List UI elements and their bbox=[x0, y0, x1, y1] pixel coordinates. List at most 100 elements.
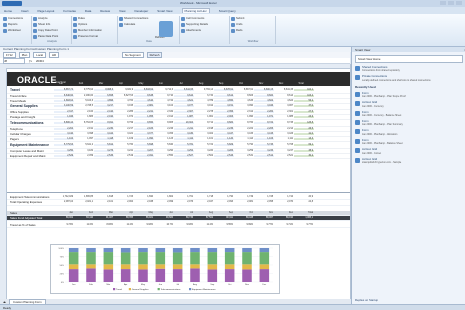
data-cell[interactable]: 8,760 bbox=[234, 122, 254, 124]
data-cell[interactable]: 3,220 bbox=[194, 150, 214, 152]
data-cell[interactable]: 90,684 bbox=[154, 217, 174, 219]
data-cell[interactable]: 5,641,2 bbox=[74, 144, 94, 146]
data-cell[interactable]: 87,502 bbox=[194, 217, 214, 219]
tab-smart-query[interactable]: Smart Query bbox=[219, 9, 236, 13]
data-cell[interactable]: 3,207 bbox=[134, 149, 154, 152]
data-cell[interactable]: 8,684 bbox=[214, 122, 234, 125]
refresh-big-button[interactable] bbox=[159, 21, 173, 37]
ribbon-submit[interactable]: Submit bbox=[231, 16, 275, 21]
smart-view-item[interactable]: Ad Hoc Grid Jan 2006 - Currency bbox=[355, 100, 463, 108]
data-cell[interactable]: 1,790 bbox=[214, 196, 234, 198]
data-cell[interactable]: 9,784,14 bbox=[194, 89, 214, 91]
data-cell[interactable]: 8,644,95 bbox=[174, 88, 194, 91]
tab-formulas[interactable]: Formulas bbox=[63, 9, 76, 13]
data-cell[interactable]: 9.63% bbox=[174, 224, 194, 226]
tab-data[interactable]: Data bbox=[85, 9, 91, 13]
data-cell[interactable]: 2,211 bbox=[174, 127, 194, 130]
data-cell[interactable]: 1,109 bbox=[114, 138, 134, 140]
ribbon-analyze[interactable]: Analyze bbox=[33, 16, 71, 21]
ribbon-connections[interactable]: Connections bbox=[3, 16, 31, 21]
data-cell[interactable]: 3,090 bbox=[234, 105, 254, 107]
data-cell[interactable]: 84,110 bbox=[74, 217, 94, 219]
data-cell[interactable]: 9,644 bbox=[174, 94, 194, 97]
data-cell[interactable]: 9.93% bbox=[134, 224, 154, 226]
data-cell[interactable]: 1,749 bbox=[234, 196, 254, 198]
data-cell[interactable]: 8,650 bbox=[134, 122, 154, 125]
data-cell[interactable]: 2,010 bbox=[94, 116, 114, 119]
data-cell[interactable]: 9.77% bbox=[294, 224, 314, 226]
data-cell[interactable]: 3,182 bbox=[74, 150, 94, 152]
data-cell[interactable]: 11.2% bbox=[194, 224, 214, 226]
tab-insert[interactable]: Insert bbox=[21, 9, 29, 13]
data-cell[interactable]: 1,104 bbox=[54, 138, 74, 141]
data-cell[interactable]: 1,723 bbox=[114, 196, 134, 198]
data-cell[interactable]: 2,301 bbox=[274, 111, 294, 113]
data-cell[interactable]: 2,230 bbox=[94, 127, 114, 130]
data-cell[interactable]: 37,0 bbox=[294, 105, 314, 108]
data-cell[interactable]: 9.55% bbox=[214, 224, 234, 226]
tab-review[interactable]: Review bbox=[100, 9, 110, 13]
data-cell[interactable]: 4,633 bbox=[234, 100, 254, 102]
data-cell[interactable]: 88,355 bbox=[114, 217, 134, 219]
data-cell[interactable]: 2,536 bbox=[94, 154, 114, 157]
data-cell[interactable]: 3,247 bbox=[274, 150, 294, 152]
data-cell[interactable]: 104,1 bbox=[294, 88, 314, 91]
data-cell[interactable]: 20,304 bbox=[174, 122, 194, 125]
data-cell[interactable]: 8,905 bbox=[154, 122, 174, 124]
data-cell[interactable]: 3,456 bbox=[154, 133, 174, 135]
spreadsheet-grid[interactable]: ORACLE YearTotal Jan Feb Mar Apr May Jun Jul Au… bbox=[0, 64, 351, 299]
tab-developer[interactable]: Developer bbox=[135, 9, 149, 13]
ribbon-sheet-info[interactable]: Sheet Info bbox=[33, 22, 71, 27]
data-cell[interactable]: 2,502 bbox=[194, 155, 214, 157]
data-cell[interactable]: 1,955 bbox=[134, 116, 154, 119]
data-cell[interactable]: 3,067 bbox=[274, 105, 294, 107]
ribbon-redo[interactable]: Redo bbox=[231, 28, 275, 33]
data-cell[interactable]: 6,658 bbox=[94, 94, 114, 97]
data-cell[interactable]: 1,818 bbox=[94, 196, 114, 198]
tab-view[interactable]: View bbox=[119, 9, 125, 13]
row-headers[interactable] bbox=[0, 68, 7, 299]
data-cell[interactable]: 3,104 bbox=[154, 105, 174, 107]
smart-view-footer[interactable]: Replies on Startup bbox=[355, 298, 378, 302]
data-cell[interactable]: 8,606 bbox=[234, 95, 254, 97]
data-cell[interactable]: 11.2% bbox=[114, 224, 134, 226]
data-cell[interactable]: 3,447 bbox=[214, 133, 234, 136]
data-cell[interactable]: 4,693,64 bbox=[54, 99, 74, 102]
data-cell[interactable]: 2,183 bbox=[134, 127, 154, 130]
data-cell[interactable]: 30,2 bbox=[294, 154, 314, 157]
data-cell[interactable]: 6,734 bbox=[194, 95, 214, 97]
data-cell[interactable]: 8,745 bbox=[274, 122, 294, 124]
data-cell[interactable]: 1,090 bbox=[134, 138, 154, 141]
data-cell[interactable]: 9,712,6 bbox=[154, 89, 174, 91]
tab-planning-ad-hoc[interactable]: Planning Ad Hoc bbox=[181, 8, 210, 13]
data-cell[interactable]: Apr bbox=[114, 212, 134, 214]
data-cell[interactable]: 2,529 bbox=[54, 154, 74, 157]
data-cell[interactable]: 5,840 bbox=[154, 144, 174, 146]
data-cell[interactable]: 1,985 bbox=[274, 116, 294, 118]
data-cell[interactable]: 9,612 bbox=[214, 94, 234, 97]
ribbon-paste-data-point[interactable]: Paste Data Point bbox=[33, 34, 71, 39]
data-cell[interactable]: 1,106 bbox=[254, 138, 274, 141]
data-cell[interactable]: 2,093 bbox=[214, 201, 234, 203]
data-cell[interactable]: 1,987 bbox=[174, 116, 194, 119]
data-cell[interactable]: 56,2 bbox=[294, 99, 314, 102]
data-cell[interactable]: 2,087,04 bbox=[54, 201, 74, 203]
data-cell[interactable]: 8,811 bbox=[94, 122, 114, 125]
smart-view-item[interactable]: Shared Connections Connections from share… bbox=[355, 65, 463, 72]
data-cell[interactable]: 90,911 bbox=[214, 217, 234, 219]
data-cell[interactable]: 1,718 bbox=[194, 196, 214, 198]
data-cell[interactable]: 8,646,60 bbox=[54, 94, 74, 97]
data-cell[interactable]: Oct bbox=[234, 212, 254, 214]
formula-input[interactable]: 20304 bbox=[36, 59, 44, 63]
data-cell[interactable]: 3,233 bbox=[254, 149, 274, 152]
data-cell[interactable]: 3,421 bbox=[114, 133, 134, 135]
data-cell[interactable]: 8,627,53 bbox=[114, 95, 134, 97]
data-cell[interactable]: 8,633,62 bbox=[134, 88, 154, 91]
ribbon-worksheet[interactable]: Worksheet bbox=[3, 28, 31, 33]
data-cell[interactable]: 5,698 bbox=[134, 143, 154, 146]
data-cell[interactable]: 5,768 bbox=[274, 144, 294, 146]
data-cell[interactable]: Feb bbox=[74, 212, 94, 214]
smart-view-item[interactable]: Form Jan 2006 - PlanSamp - Balance Sheet bbox=[355, 138, 463, 145]
data-cell[interactable]: 2,222 bbox=[234, 128, 254, 130]
data-cell[interactable]: 2,058 bbox=[254, 201, 274, 203]
